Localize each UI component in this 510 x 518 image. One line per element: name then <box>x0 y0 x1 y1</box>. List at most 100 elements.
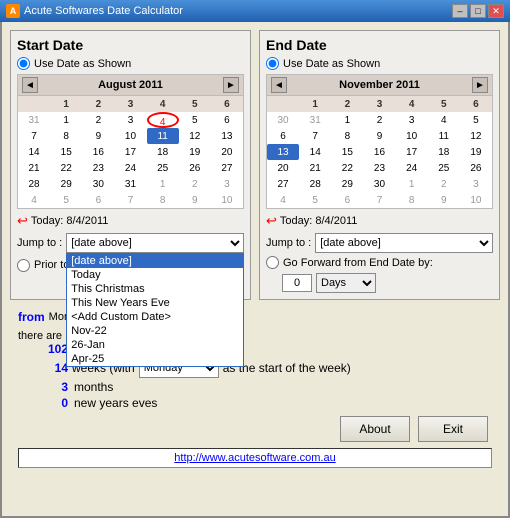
end-cell[interactable]: 15 <box>331 144 363 160</box>
start-cell[interactable]: 23 <box>82 160 114 176</box>
end-cell[interactable]: 29 <box>331 176 363 192</box>
end-cell[interactable]: 5 <box>460 112 492 128</box>
end-cell[interactable]: 30 <box>363 176 395 192</box>
end-cell[interactable]: 4 <box>428 112 460 128</box>
start-cell[interactable]: 20 <box>211 144 243 160</box>
start-cell[interactable]: 5 <box>179 112 211 128</box>
end-cell[interactable]: 25 <box>428 160 460 176</box>
end-cell[interactable]: 5 <box>299 192 331 208</box>
start-cell[interactable]: 5 <box>50 192 82 208</box>
end-cell[interactable]: 22 <box>331 160 363 176</box>
about-button[interactable]: About <box>340 416 410 442</box>
start-cell[interactable]: 10 <box>211 192 243 208</box>
start-dropdown-christmas[interactable]: This Christmas <box>67 282 243 296</box>
start-cell[interactable]: 21 <box>18 160 50 176</box>
end-cell[interactable]: 27 <box>267 176 299 192</box>
start-cell[interactable]: 22 <box>50 160 82 176</box>
end-cell[interactable]: 14 <box>299 144 331 160</box>
minimize-button[interactable]: – <box>452 4 468 18</box>
start-cell[interactable]: 8 <box>147 192 179 208</box>
start-cell[interactable]: 31 <box>18 112 50 128</box>
start-cell[interactable]: 15 <box>50 144 82 160</box>
end-cell[interactable]: 23 <box>363 160 395 176</box>
start-cell[interactable]: 9 <box>82 128 114 144</box>
start-cell[interactable]: 31 <box>114 176 146 192</box>
start-today-icon[interactable]: ↩ <box>17 213 28 229</box>
end-cell[interactable]: 16 <box>363 144 395 160</box>
end-today-icon[interactable]: ↩ <box>266 213 277 229</box>
end-cell[interactable]: 3 <box>460 176 492 192</box>
start-cell[interactable]: 26 <box>179 160 211 176</box>
start-cell[interactable]: 3 <box>211 176 243 192</box>
start-cell[interactable]: 9 <box>179 192 211 208</box>
end-next-month-button[interactable]: ► <box>472 77 488 93</box>
exit-button[interactable]: Exit <box>418 416 488 442</box>
close-button[interactable]: ✕ <box>488 4 504 18</box>
end-use-date-radio[interactable] <box>266 57 279 70</box>
start-prev-month-button[interactable]: ◄ <box>22 77 38 93</box>
end-cell[interactable]: 19 <box>460 144 492 160</box>
end-cell[interactable]: 18 <box>428 144 460 160</box>
start-dropdown-date-above[interactable]: [date above] <box>67 254 243 268</box>
start-dropdown-apr25[interactable]: Apr-25 <box>67 352 243 366</box>
start-cell[interactable]: 17 <box>114 144 146 160</box>
end-cell[interactable]: 2 <box>363 112 395 128</box>
start-cell[interactable]: 29 <box>50 176 82 192</box>
end-go-forward-radio[interactable] <box>266 256 279 269</box>
end-cell[interactable]: 6 <box>267 128 299 144</box>
start-cell-4[interactable]: 4 <box>147 112 179 128</box>
start-cell[interactable]: 4 <box>18 192 50 208</box>
end-cell[interactable]: 24 <box>396 160 428 176</box>
end-cell[interactable]: 9 <box>363 128 395 144</box>
start-cell[interactable]: 27 <box>211 160 243 176</box>
start-use-date-radio[interactable] <box>17 57 30 70</box>
end-cell[interactable]: 8 <box>331 128 363 144</box>
end-cell[interactable]: 7 <box>363 192 395 208</box>
end-jump-select[interactable]: [date above] <box>315 233 493 253</box>
end-cell[interactable]: 9 <box>428 192 460 208</box>
end-days-input[interactable] <box>282 274 312 292</box>
end-cell[interactable]: 26 <box>460 160 492 176</box>
end-prev-month-button[interactable]: ◄ <box>271 77 287 93</box>
end-cell[interactable]: 21 <box>299 160 331 176</box>
url-bar[interactable]: http://www.acutesoftware.com.au <box>18 448 492 468</box>
end-cell[interactable]: 7 <box>299 128 331 144</box>
end-cell[interactable]: 2 <box>428 176 460 192</box>
start-cell[interactable]: 1 <box>50 112 82 128</box>
end-cell[interactable]: 20 <box>267 160 299 176</box>
start-cell[interactable]: 1 <box>147 176 179 192</box>
start-cell[interactable]: 30 <box>82 176 114 192</box>
end-cell[interactable]: 1 <box>396 176 428 192</box>
start-dropdown-add-custom[interactable]: <Add Custom Date> <box>67 310 243 324</box>
end-cell[interactable]: 6 <box>331 192 363 208</box>
end-days-select[interactable]: Days Weeks Months Years <box>316 273 376 293</box>
end-cell[interactable]: 4 <box>267 192 299 208</box>
start-dropdown-26jan[interactable]: 26-Jan <box>67 338 243 352</box>
start-cell[interactable]: 7 <box>114 192 146 208</box>
maximize-button[interactable]: □ <box>470 4 486 18</box>
end-cell[interactable]: 1 <box>331 112 363 128</box>
start-jump-select[interactable]: [date above] <box>66 233 244 253</box>
end-cell[interactable]: 30 <box>267 112 299 128</box>
start-cell[interactable]: 3 <box>114 112 146 128</box>
start-cell[interactable]: 28 <box>18 176 50 192</box>
start-cell[interactable]: 2 <box>179 176 211 192</box>
start-cell[interactable]: 24 <box>114 160 146 176</box>
start-cell[interactable]: 12 <box>179 128 211 144</box>
end-cell[interactable]: 3 <box>396 112 428 128</box>
start-prior-radio[interactable] <box>17 259 30 272</box>
end-cell[interactable]: 11 <box>428 128 460 144</box>
end-cell[interactable]: 12 <box>460 128 492 144</box>
end-cell[interactable]: 10 <box>396 128 428 144</box>
end-cell[interactable]: 28 <box>299 176 331 192</box>
start-dropdown-today[interactable]: Today <box>67 268 243 282</box>
start-cell[interactable]: 8 <box>50 128 82 144</box>
start-cell[interactable]: 6 <box>211 112 243 128</box>
start-dropdown-nye[interactable]: This New Years Eve <box>67 296 243 310</box>
start-next-month-button[interactable]: ► <box>223 77 239 93</box>
start-cell[interactable]: 14 <box>18 144 50 160</box>
start-dropdown-nov22[interactable]: Nov-22 <box>67 324 243 338</box>
start-cell[interactable]: 10 <box>114 128 146 144</box>
start-cell[interactable]: 2 <box>82 112 114 128</box>
start-cell[interactable]: 7 <box>18 128 50 144</box>
